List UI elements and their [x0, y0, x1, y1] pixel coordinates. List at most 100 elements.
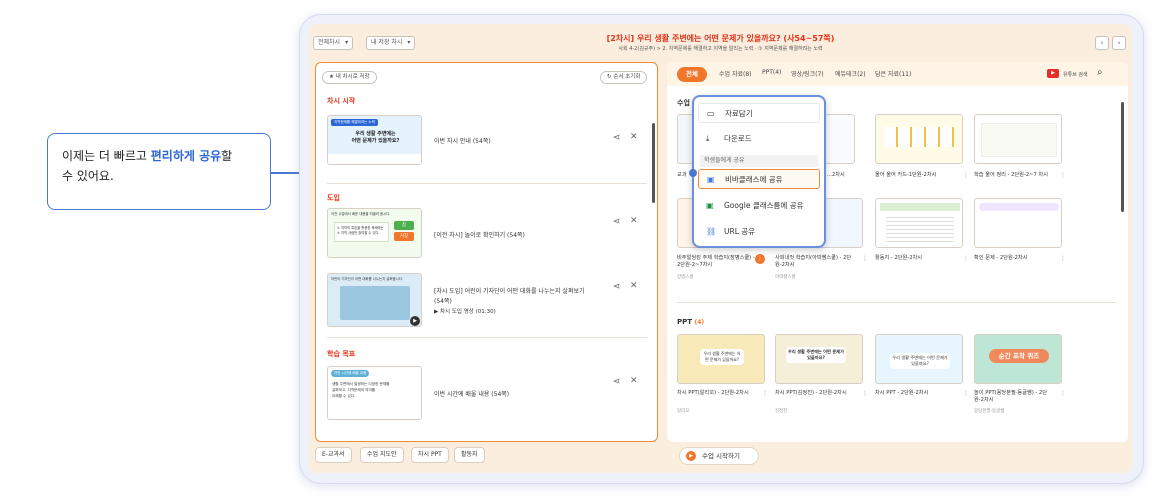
ppt-card[interactable]: 순간 포착 퀴즈	[974, 334, 1062, 384]
start-lesson-button[interactable]: ▶ 수업 시작하기	[679, 447, 759, 465]
menu-item-google-classroom-share[interactable]: ▣ Google 클래스룸에 공유	[698, 196, 820, 216]
lesson-thumbnail[interactable]: 어린이 기자단이 어떤 대화를 나누는지 살펴봅시다. ▶	[327, 273, 422, 327]
more-icon[interactable]: ⋮	[963, 255, 969, 262]
page-title: [2차시] 우리 생활 주변에는 어떤 문제가 있을까요? (사54~57쪽)	[606, 34, 835, 43]
lesson-item-title[interactable]: [이전 차시] 놀이로 확인하기 (54쪽)	[434, 231, 525, 240]
bottom-tab-textbook[interactable]: E-교과서	[315, 447, 352, 463]
callout-highlight: 편리하게 공유	[150, 149, 222, 163]
menu-item-viva-class-share[interactable]: ▣ 비바클래스에 공유	[698, 169, 820, 189]
more-icon[interactable]: ⋮	[963, 390, 969, 397]
video-still	[340, 286, 410, 320]
share-icon[interactable]: ⋖	[613, 133, 621, 143]
share-icon[interactable]: ⋖	[613, 217, 621, 227]
share-icon[interactable]: ⋖	[613, 282, 621, 292]
thumb-footer	[328, 154, 421, 164]
lesson-thumbnail[interactable]: 지역문제를 해결하려는 노력 우리 생활 주변에는 어떤 문제가 있을까요?	[327, 115, 422, 165]
scrollbar[interactable]	[652, 123, 655, 203]
reset-order-button[interactable]: ↻ 순서 초기화	[600, 71, 648, 84]
play-icon[interactable]: ▶	[410, 316, 420, 326]
tab-all[interactable]: 전체	[677, 67, 707, 82]
google-classroom-icon: ▣	[706, 201, 714, 210]
more-options-active-icon[interactable]: ⋮	[755, 254, 765, 264]
menu-item-download[interactable]: ⤓ 다운로드	[698, 129, 820, 149]
viva-class-icon: ▣	[707, 175, 715, 184]
close-icon[interactable]: ✕	[630, 376, 638, 386]
youtube-icon: ▶	[1047, 69, 1059, 78]
section-heading-goal: 학습 목표	[327, 350, 356, 358]
bottom-tab-ppt[interactable]: 차시 PPT	[411, 447, 449, 463]
folder-icon: ▭	[707, 109, 715, 118]
more-icon[interactable]: ⋮	[1060, 172, 1066, 179]
material-author: 장병스쿨	[677, 275, 694, 280]
start-lesson-label: 수업 시작하기	[702, 452, 740, 460]
close-icon[interactable]: ✕	[630, 281, 638, 291]
lesson-thumbnail[interactable]: 이번 시간에 배울 내용 생활 주변에서 발생하는 다양한 문제를 살펴보고, …	[327, 366, 422, 420]
tab-edutech[interactable]: 에듀테크(2)	[835, 69, 866, 78]
prev-lesson-button[interactable]: ‹	[1095, 36, 1109, 50]
share-section-header: 학생들에게 공유	[700, 155, 818, 167]
material-caption: 차시 PPT - 2단원-2차시	[875, 390, 929, 396]
breadcrumb: 사회 4-2(김규주) > 2. 지역문제를 해결하고 지역을 알리는 노력 ·…	[618, 46, 823, 52]
menu-item-url-share[interactable]: ⛓ URL 공유	[698, 222, 820, 242]
lesson-flow-panel: ★ 내 차시로 저장 ↻ 순서 초기화 차시 시작 지역문제를 해결하려는 노력…	[315, 62, 658, 442]
dropdown-saved-lessons[interactable]: 내 저장 차시 ▾	[366, 36, 416, 50]
callout-anchor-dot	[689, 169, 697, 177]
materials-tabs: 전체 수업 자료(8) PPT(4) 영상/링크(7) 에듀테크(2) 담은 자…	[667, 62, 1128, 86]
ppt-thumb-text: 우리 생활 주변에는 어떤 문제가 있을까요?	[890, 353, 950, 369]
tab-saved[interactable]: 담은 자료(11)	[875, 69, 911, 78]
callout-text-3: 수 있어요.	[62, 169, 114, 183]
ppt-card[interactable]: 우리 생활 주변에는 어떤 문제가 있을까요?	[775, 334, 863, 384]
dropdown-all-lessons[interactable]: 전체차시 ▾	[313, 36, 354, 50]
material-card[interactable]	[974, 114, 1062, 164]
video-link[interactable]: ▶ 차시 도입 영상 (01:30)	[434, 308, 496, 317]
scrollbar[interactable]	[1121, 102, 1124, 212]
thumb-text: 우리 생활 주변에는 어떤 문제가 있을까요?	[351, 131, 400, 144]
lesson-item-title[interactable]: 이번 시간에 배울 내용 (54쪽)	[434, 390, 509, 399]
more-icon[interactable]: ⋮	[762, 390, 768, 397]
material-author: 아띠쌤스쿨	[775, 275, 796, 280]
material-card[interactable]	[875, 198, 963, 248]
dropdown-all-lessons-label: 전체차시	[318, 39, 341, 46]
tab-ppt[interactable]: PPT(4)	[762, 69, 781, 76]
menu-item-save-material[interactable]: ▭ 자료담기	[698, 103, 820, 123]
more-icon[interactable]: ⋮	[1060, 390, 1066, 397]
youtube-search-label[interactable]: 유튜브 검색	[1063, 71, 1088, 78]
material-caption: 활동지 - 2단원-2차시	[875, 255, 923, 261]
lesson-item-page: (54쪽)	[434, 298, 452, 305]
material-card[interactable]	[875, 114, 963, 164]
material-caption: ...2차시	[827, 172, 845, 178]
lesson-item-title[interactable]: [차시 도입] 어린이 기자단이 어떤 대화를 나누는지 살펴보기	[434, 287, 604, 296]
card-preview	[979, 203, 1059, 211]
tab-class-materials[interactable]: 수업 자료(8)	[719, 69, 752, 78]
material-card[interactable]	[974, 198, 1062, 248]
share-icon[interactable]: ⋖	[613, 377, 621, 387]
next-lesson-button[interactable]: ›	[1112, 36, 1126, 50]
close-icon[interactable]: ✕	[630, 216, 638, 226]
ppt-title: PPT	[677, 318, 693, 326]
lesson-item-title[interactable]: 이번 차시 안내 (54쪽)	[434, 137, 491, 146]
thumb-text: 생활 주변에서 발생하는 다양한 문제를 살펴보고, 지역문제의 의미를 이해할…	[332, 382, 390, 398]
ppt-card[interactable]: 우리 생활 주변에는 어떤 문제가 있을까요?	[875, 334, 963, 384]
more-icon[interactable]: ⋮	[963, 172, 969, 179]
divider	[677, 302, 1117, 303]
more-icon[interactable]: ⋮	[862, 255, 868, 262]
lesson-thumbnail[interactable]: 이전 수업에서 배운 내용을 떠올려 봅시다. ① 지역의 특징을 활용한 축제…	[327, 208, 422, 258]
search-icon[interactable]: ⌕	[1097, 67, 1103, 78]
material-caption: 울어 울어 카드-1단원-2차시	[875, 172, 937, 178]
ppt-card[interactable]: 우리 생활 주변에는 어떤 문제가 있을까요?	[677, 334, 765, 384]
section-title-class: 수업	[677, 99, 690, 107]
bottom-tab-worksheet[interactable]: 활동지	[454, 447, 485, 463]
dropdown-saved-lessons-label: 내 저장 차시	[371, 39, 403, 46]
section-title-ppt: PPT (4)	[677, 318, 704, 326]
more-icon[interactable]: ⋮	[862, 390, 868, 397]
more-icon[interactable]: ⋮	[1060, 255, 1066, 262]
material-caption: 확인 문제 - 2단원-2차시	[974, 255, 1028, 261]
save-to-my-lessons-button[interactable]: ★ 내 차시로 저장	[322, 71, 377, 84]
bottom-tab-lesson-plan[interactable]: 수업 지도안	[360, 447, 404, 463]
thumb-text: 어린이 기자단이 어떤 대화를 나누는지 살펴봅시다.	[331, 277, 403, 281]
tab-video-link[interactable]: 영상/링크(7)	[791, 69, 824, 78]
thumb-true-badge: 참	[394, 221, 414, 230]
ppt-thumb-text: 우리 생활 주변에는 어떤 문제가 있을까요?	[700, 349, 744, 365]
close-icon[interactable]: ✕	[630, 132, 638, 142]
reset-order-label: 순서 초기화	[613, 74, 641, 80]
